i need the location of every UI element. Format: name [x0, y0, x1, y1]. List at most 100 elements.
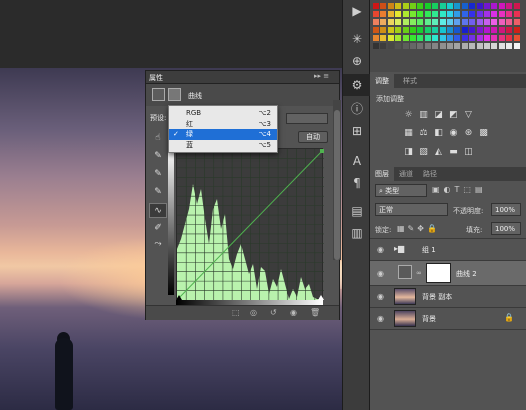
- color-swatch[interactable]: [380, 11, 387, 17]
- mask-icon[interactable]: [168, 88, 181, 101]
- play-icon[interactable]: ▶: [343, 0, 371, 22]
- color-swatch[interactable]: [387, 43, 394, 49]
- color-swatch[interactable]: [469, 35, 476, 41]
- color-swatch[interactable]: [424, 35, 431, 41]
- info-icon[interactable]: ⓘ: [343, 98, 371, 120]
- channel-option-green[interactable]: ✓ 绿 ⌥4: [169, 129, 277, 140]
- color-swatch[interactable]: [395, 19, 402, 25]
- color-swatch[interactable]: [491, 11, 498, 17]
- color-swatch[interactable]: [432, 3, 439, 9]
- color-swatch[interactable]: [424, 11, 431, 17]
- color-swatch[interactable]: [395, 27, 402, 33]
- color-swatch[interactable]: [439, 43, 446, 49]
- color-swatch[interactable]: [476, 43, 483, 49]
- color-swatch[interactable]: [402, 3, 409, 9]
- layer-mask-thumb[interactable]: [426, 263, 451, 283]
- color-swatch[interactable]: [476, 11, 483, 17]
- blend-mode-select[interactable]: 正常: [375, 203, 448, 216]
- color-swatch[interactable]: [395, 43, 402, 49]
- tab-styles[interactable]: 样式: [398, 74, 422, 88]
- pencil-icon[interactable]: ✐: [149, 221, 167, 236]
- tab-channels[interactable]: 通道: [394, 167, 418, 181]
- link-icon[interactable]: ∞: [416, 269, 422, 277]
- color-swatch[interactable]: [454, 3, 461, 9]
- color-swatch[interactable]: [424, 43, 431, 49]
- color-swatch[interactable]: [461, 19, 468, 25]
- color-swatch[interactable]: [380, 19, 387, 25]
- eye-icon[interactable]: ◉: [377, 245, 384, 254]
- channel-mixer-icon[interactable]: ⊛: [463, 128, 474, 139]
- color-swatch[interactable]: [498, 19, 505, 25]
- color-swatch[interactable]: [476, 35, 483, 41]
- color-swatch[interactable]: [373, 27, 379, 33]
- color-swatch[interactable]: [402, 11, 409, 17]
- color-swatch[interactable]: [484, 43, 490, 49]
- color-swatch[interactable]: [417, 3, 424, 9]
- color-swatch[interactable]: [417, 27, 424, 33]
- paragraph-icon[interactable]: ¶: [343, 172, 371, 194]
- opacity-input[interactable]: 100%: [491, 203, 521, 216]
- color-swatch[interactable]: [454, 19, 461, 25]
- color-swatch[interactable]: [432, 43, 439, 49]
- color-swatch[interactable]: [410, 27, 416, 33]
- auto-button[interactable]: 自动: [298, 131, 328, 143]
- color-swatch[interactable]: [498, 27, 505, 33]
- color-swatch[interactable]: [432, 19, 439, 25]
- color-swatch[interactable]: [469, 3, 476, 9]
- eye-icon[interactable]: ◉: [377, 269, 384, 278]
- color-swatch[interactable]: [417, 19, 424, 25]
- color-swatch[interactable]: [447, 43, 453, 49]
- brightness-icon[interactable]: ☼: [403, 110, 414, 121]
- color-swatch[interactable]: [417, 11, 424, 17]
- black-eyedropper-icon[interactable]: ✎: [149, 149, 167, 164]
- target-adjust-icon[interactable]: ☝: [149, 131, 167, 146]
- clip-to-layer-icon[interactable]: ⬚: [232, 308, 240, 317]
- color-swatch[interactable]: [461, 35, 468, 41]
- curves-graph[interactable]: [176, 148, 325, 301]
- preset-select[interactable]: [286, 113, 328, 124]
- color-swatch[interactable]: [387, 27, 394, 33]
- panel-scroll-thumb[interactable]: [334, 110, 340, 260]
- color-swatch[interactable]: [380, 27, 387, 33]
- color-swatch[interactable]: [380, 3, 387, 9]
- color-swatch[interactable]: [506, 3, 513, 9]
- color-swatch[interactable]: [373, 19, 379, 25]
- invert-icon[interactable]: ◨: [403, 147, 414, 158]
- color-lookup-icon[interactable]: ▩: [478, 128, 489, 139]
- color-swatch[interactable]: [454, 35, 461, 41]
- color-swatch[interactable]: [469, 11, 476, 17]
- color-swatch[interactable]: [387, 35, 394, 41]
- color-swatch[interactable]: [476, 27, 483, 33]
- curve-point-tool-icon[interactable]: ∿: [149, 203, 167, 218]
- color-swatch[interactable]: [476, 19, 483, 25]
- color-swatch[interactable]: [410, 3, 416, 9]
- color-swatch[interactable]: [484, 19, 490, 25]
- color-swatch[interactable]: [491, 27, 498, 33]
- gray-eyedropper-icon[interactable]: ✎: [149, 167, 167, 182]
- selective-color-icon[interactable]: ◫: [463, 147, 474, 158]
- color-swatch[interactable]: [498, 35, 505, 41]
- brush-settings-icon[interactable]: ✳: [343, 28, 371, 50]
- color-swatch[interactable]: [461, 11, 468, 17]
- color-swatch[interactable]: [387, 19, 394, 25]
- color-swatch[interactable]: [447, 11, 453, 17]
- color-swatch[interactable]: [491, 3, 498, 9]
- color-swatch[interactable]: [380, 35, 387, 41]
- color-swatch[interactable]: [402, 35, 409, 41]
- vibrance-icon[interactable]: ▽: [463, 110, 474, 121]
- color-swatch[interactable]: [424, 19, 431, 25]
- color-swatch[interactable]: [506, 35, 513, 41]
- color-swatch[interactable]: [402, 27, 409, 33]
- color-swatch[interactable]: [395, 11, 402, 17]
- color-swatch[interactable]: [454, 43, 461, 49]
- white-slider[interactable]: [318, 295, 324, 300]
- properties-tab[interactable]: 属性: [149, 73, 163, 83]
- channel-option-blue[interactable]: 蓝 ⌥5: [169, 140, 277, 151]
- layer-background-copy[interactable]: ◉ 背景 副本: [370, 285, 526, 307]
- layer-comps-icon[interactable]: ▤: [343, 200, 371, 222]
- color-swatch[interactable]: [513, 3, 520, 9]
- color-swatch[interactable]: [410, 43, 416, 49]
- visibility-icon[interactable]: ◉: [290, 308, 297, 317]
- posterize-icon[interactable]: ▧: [418, 147, 429, 158]
- layer-filter-icons[interactable]: ▣◐T⬚▤: [432, 185, 487, 194]
